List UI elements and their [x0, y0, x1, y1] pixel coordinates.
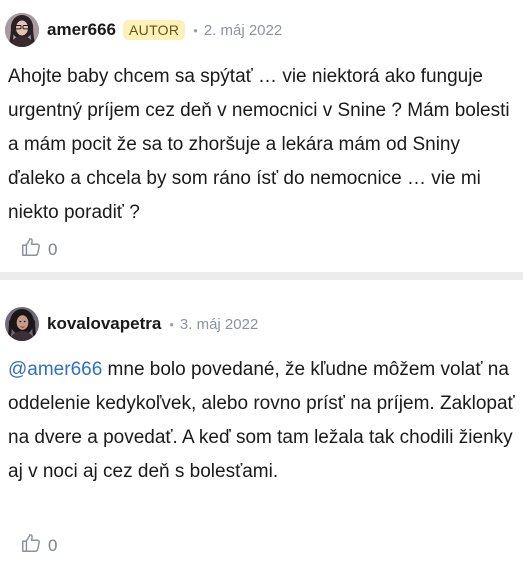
author-badge: AUTOR: [123, 20, 186, 40]
like-count: 0: [48, 535, 58, 555]
discussion-thread: amer666 AUTOR • 2. máj 2022 Ahojte baby …: [0, 0, 523, 563]
thumbs-up-icon[interactable]: [20, 236, 42, 263]
post-header: kovalovapetra • 3. máj 2022: [5, 306, 258, 342]
thumbs-up-icon[interactable]: [20, 532, 42, 559]
like-button[interactable]: 0: [20, 532, 57, 559]
post-date: 2. máj 2022: [203, 21, 283, 39]
separator-dot: •: [169, 316, 174, 332]
like-count: 0: [48, 239, 58, 259]
post-body: @amer666 mne bolo povedané, že kľudne mô…: [8, 353, 515, 489]
like-button[interactable]: 0: [20, 236, 57, 263]
username[interactable]: amer666: [47, 20, 116, 40]
post: kovalovapetra • 3. máj 2022 @amer666 mne…: [0, 280, 523, 563]
avatar[interactable]: [5, 13, 39, 47]
avatar[interactable]: [5, 307, 39, 341]
post: amer666 AUTOR • 2. máj 2022 Ahojte baby …: [0, 0, 523, 272]
separator-dot: •: [193, 22, 198, 38]
post-header: amer666 AUTOR • 2. máj 2022: [5, 12, 282, 48]
post-body: Ahojte baby chcem sa spýtať … vie niekto…: [8, 60, 515, 230]
post-divider: [0, 272, 523, 280]
post-date: 3. máj 2022: [179, 315, 259, 333]
username[interactable]: kovalovapetra: [47, 314, 161, 334]
post-text: Ahojte baby chcem sa spýtať … vie niekto…: [8, 66, 510, 223]
user-mention-link[interactable]: @amer666: [8, 359, 102, 380]
